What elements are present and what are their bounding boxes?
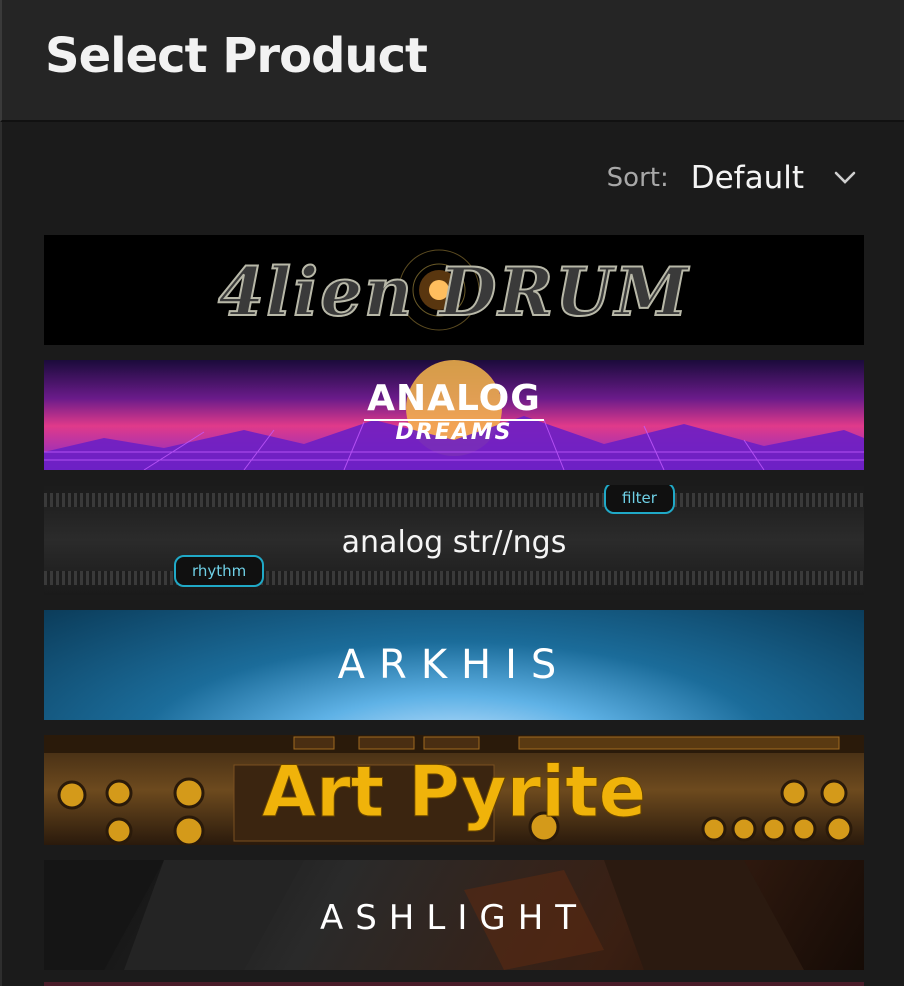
product-banner-alien-drum[interactable]: 4lien DRUM	[44, 235, 864, 345]
product-banner-art-pyrite[interactable]: Art Pyrite	[44, 735, 864, 845]
sort-value: Default	[690, 160, 804, 196]
sort-label: Sort:	[606, 163, 669, 193]
banner-title: analog str//ngs	[341, 525, 567, 560]
banner-title: ARKHIS	[337, 642, 571, 688]
product-banner-analog-dreams[interactable]: ANALOG DREAMS	[44, 360, 864, 470]
filter-tag: filter	[604, 485, 675, 514]
cable-decoration	[44, 571, 864, 585]
chevron-down-icon	[834, 171, 856, 184]
product-banner-ashlight[interactable]: ASHLIGHT	[44, 860, 864, 970]
product-banner-arkhis[interactable]: ARKHIS	[44, 610, 864, 720]
banner-title: ANALOG	[367, 378, 541, 419]
page-title: Select Product	[45, 28, 428, 84]
product-list-panel: Sort: Default 4lien DRUM ANALOG DREAMS f…	[0, 122, 904, 986]
sort-dropdown[interactable]: Sort: Default	[607, 158, 856, 198]
banner-title: ASHLIGHT	[319, 898, 589, 938]
banner-title: Art Pyrite	[261, 751, 647, 834]
banner-subtitle: DREAMS	[395, 420, 513, 445]
cable-decoration	[44, 493, 864, 507]
banner-title: 4lien DRUM	[217, 252, 690, 332]
next-banner-edge	[44, 982, 864, 986]
product-banner-analog-strings[interactable]: filter rhythm analog str//ngs	[44, 485, 864, 595]
header-bar: Select Product	[0, 0, 904, 122]
